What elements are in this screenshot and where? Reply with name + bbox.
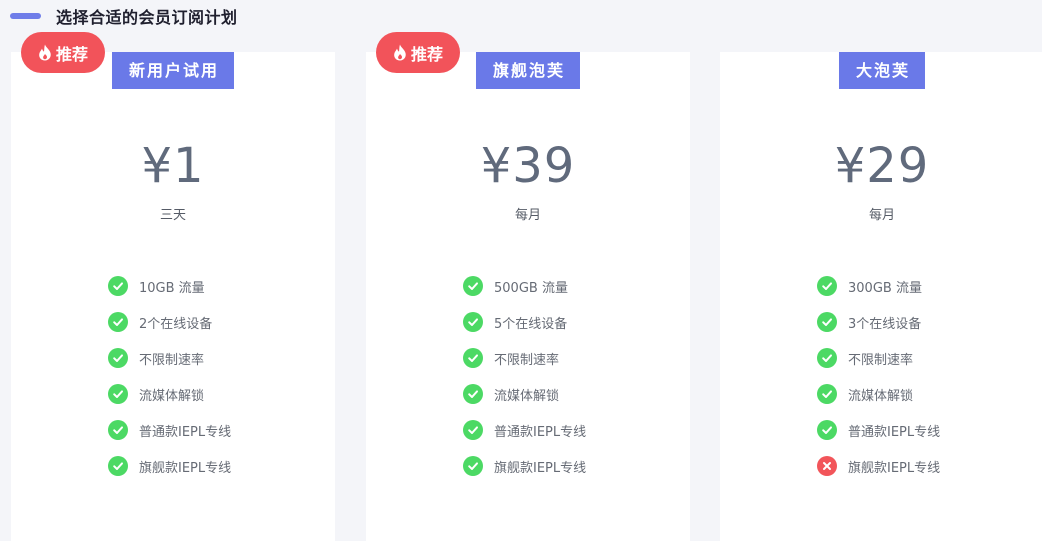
feature-item: 普通款IEPL专线 <box>817 412 940 448</box>
plan-name: 旗舰泡芙 <box>475 52 581 89</box>
feature-item: 普通款IEPL专线 <box>108 412 231 448</box>
feature-label: 旗舰款IEPL专线 <box>848 460 941 476</box>
check-circle-icon <box>108 276 128 296</box>
feature-list: 300GB 流量 3个在线设备 不限制速率流媒体解锁普通款IEPL专线 旗舰款IEPL… <box>817 268 940 484</box>
check-circle-icon <box>463 348 483 368</box>
feature-item: 旗舰款IEPL专线 <box>817 448 940 484</box>
flame-icon <box>39 44 51 61</box>
check-circle-icon <box>463 276 483 296</box>
plan-card-trial[interactable]: 新用户试用 ¥1 三天 10GB 流量 2个在线设备 不限制速率流媒体解锁普通款IE… <box>11 52 335 541</box>
feature-label: 300GB 流量 <box>848 280 922 296</box>
feature-list: 500GB 流量 5个在线设备 不限制速率流媒体解锁普通款IEPL专线 旗舰款IEPL… <box>463 268 586 484</box>
feature-label: 不限制速率 <box>494 352 560 368</box>
flame-icon <box>394 44 406 61</box>
feature-item: 300GB 流量 <box>817 268 940 304</box>
check-circle-icon <box>108 348 128 368</box>
feature-label: 旗舰款IEPL专线 <box>494 460 587 476</box>
check-circle-icon <box>108 384 128 404</box>
check-circle-icon <box>108 312 128 332</box>
cross-circle-icon <box>817 456 837 476</box>
recommended-badge: 推荐 <box>376 32 460 73</box>
feature-item: 不限制速率 <box>463 340 586 376</box>
page-title: 选择合适的会员订阅计划 <box>56 8 238 27</box>
feature-item: 流媒体解锁 <box>463 376 586 412</box>
check-circle-icon <box>817 348 837 368</box>
feature-item: 旗舰款IEPL专线 <box>108 448 231 484</box>
plan-name: 大泡芙 <box>838 52 926 89</box>
feature-label: 流媒体解锁 <box>848 388 914 404</box>
feature-item: 5个在线设备 <box>463 304 586 340</box>
check-circle-icon <box>463 312 483 332</box>
check-circle-icon <box>463 456 483 476</box>
feature-item: 流媒体解锁 <box>108 376 231 412</box>
check-circle-icon <box>108 456 128 476</box>
feature-item: 旗舰款IEPL专线 <box>463 448 586 484</box>
recommended-badge: 推荐 <box>21 32 105 73</box>
check-circle-icon <box>817 384 837 404</box>
feature-label: 旗舰款IEPL专线 <box>139 460 232 476</box>
check-circle-icon <box>463 420 483 440</box>
feature-label: 流媒体解锁 <box>139 388 205 404</box>
feature-label: 5个在线设备 <box>494 316 568 332</box>
section-header: 选择合适的会员订阅计划 <box>10 4 238 28</box>
feature-label: 2个在线设备 <box>139 316 213 332</box>
plan-card-flagship[interactable]: 旗舰泡芙 ¥39 每月 500GB 流量 5个在线设备 不限制速率流媒体解锁普通款I… <box>366 52 690 541</box>
pricing-page: 选择合适的会员订阅计划 新用户试用 ¥1 三天 10GB 流量 2个在线设备 不限制… <box>0 0 1042 541</box>
check-circle-icon <box>817 276 837 296</box>
plan-price: ¥39 <box>480 138 576 194</box>
feature-list: 10GB 流量 2个在线设备 不限制速率流媒体解锁普通款IEPL专线 旗舰款IEPL专… <box>108 268 231 484</box>
feature-item: 不限制速率 <box>817 340 940 376</box>
plan-period: 每月 <box>514 208 541 223</box>
feature-label: 不限制速率 <box>139 352 205 368</box>
feature-item: 500GB 流量 <box>463 268 586 304</box>
feature-label: 普通款IEPL专线 <box>139 424 232 440</box>
badge-label: 推荐 <box>410 44 443 64</box>
feature-label: 流媒体解锁 <box>494 388 560 404</box>
check-circle-icon <box>817 420 837 440</box>
check-circle-icon <box>817 312 837 332</box>
feature-label: 普通款IEPL专线 <box>494 424 587 440</box>
feature-item: 流媒体解锁 <box>817 376 940 412</box>
header-accent-bar <box>10 13 41 19</box>
badge-label: 推荐 <box>55 44 88 64</box>
plan-price: ¥29 <box>834 138 930 194</box>
feature-label: 10GB 流量 <box>139 280 205 296</box>
check-circle-icon <box>108 420 128 440</box>
feature-item: 不限制速率 <box>108 340 231 376</box>
feature-label: 不限制速率 <box>848 352 914 368</box>
plan-period: 三天 <box>159 208 186 223</box>
plan-card-large[interactable]: 大泡芙 ¥29 每月 300GB 流量 3个在线设备 不限制速率流媒体解锁普通款IE… <box>720 52 1042 541</box>
feature-label: 500GB 流量 <box>494 280 568 296</box>
feature-label: 3个在线设备 <box>848 316 922 332</box>
feature-item: 2个在线设备 <box>108 304 231 340</box>
feature-item: 普通款IEPL专线 <box>463 412 586 448</box>
check-circle-icon <box>463 384 483 404</box>
feature-item: 3个在线设备 <box>817 304 940 340</box>
feature-label: 普通款IEPL专线 <box>848 424 941 440</box>
plan-price: ¥1 <box>141 138 205 194</box>
feature-item: 10GB 流量 <box>108 268 231 304</box>
plan-name: 新用户试用 <box>111 52 235 89</box>
plan-period: 每月 <box>868 208 895 223</box>
